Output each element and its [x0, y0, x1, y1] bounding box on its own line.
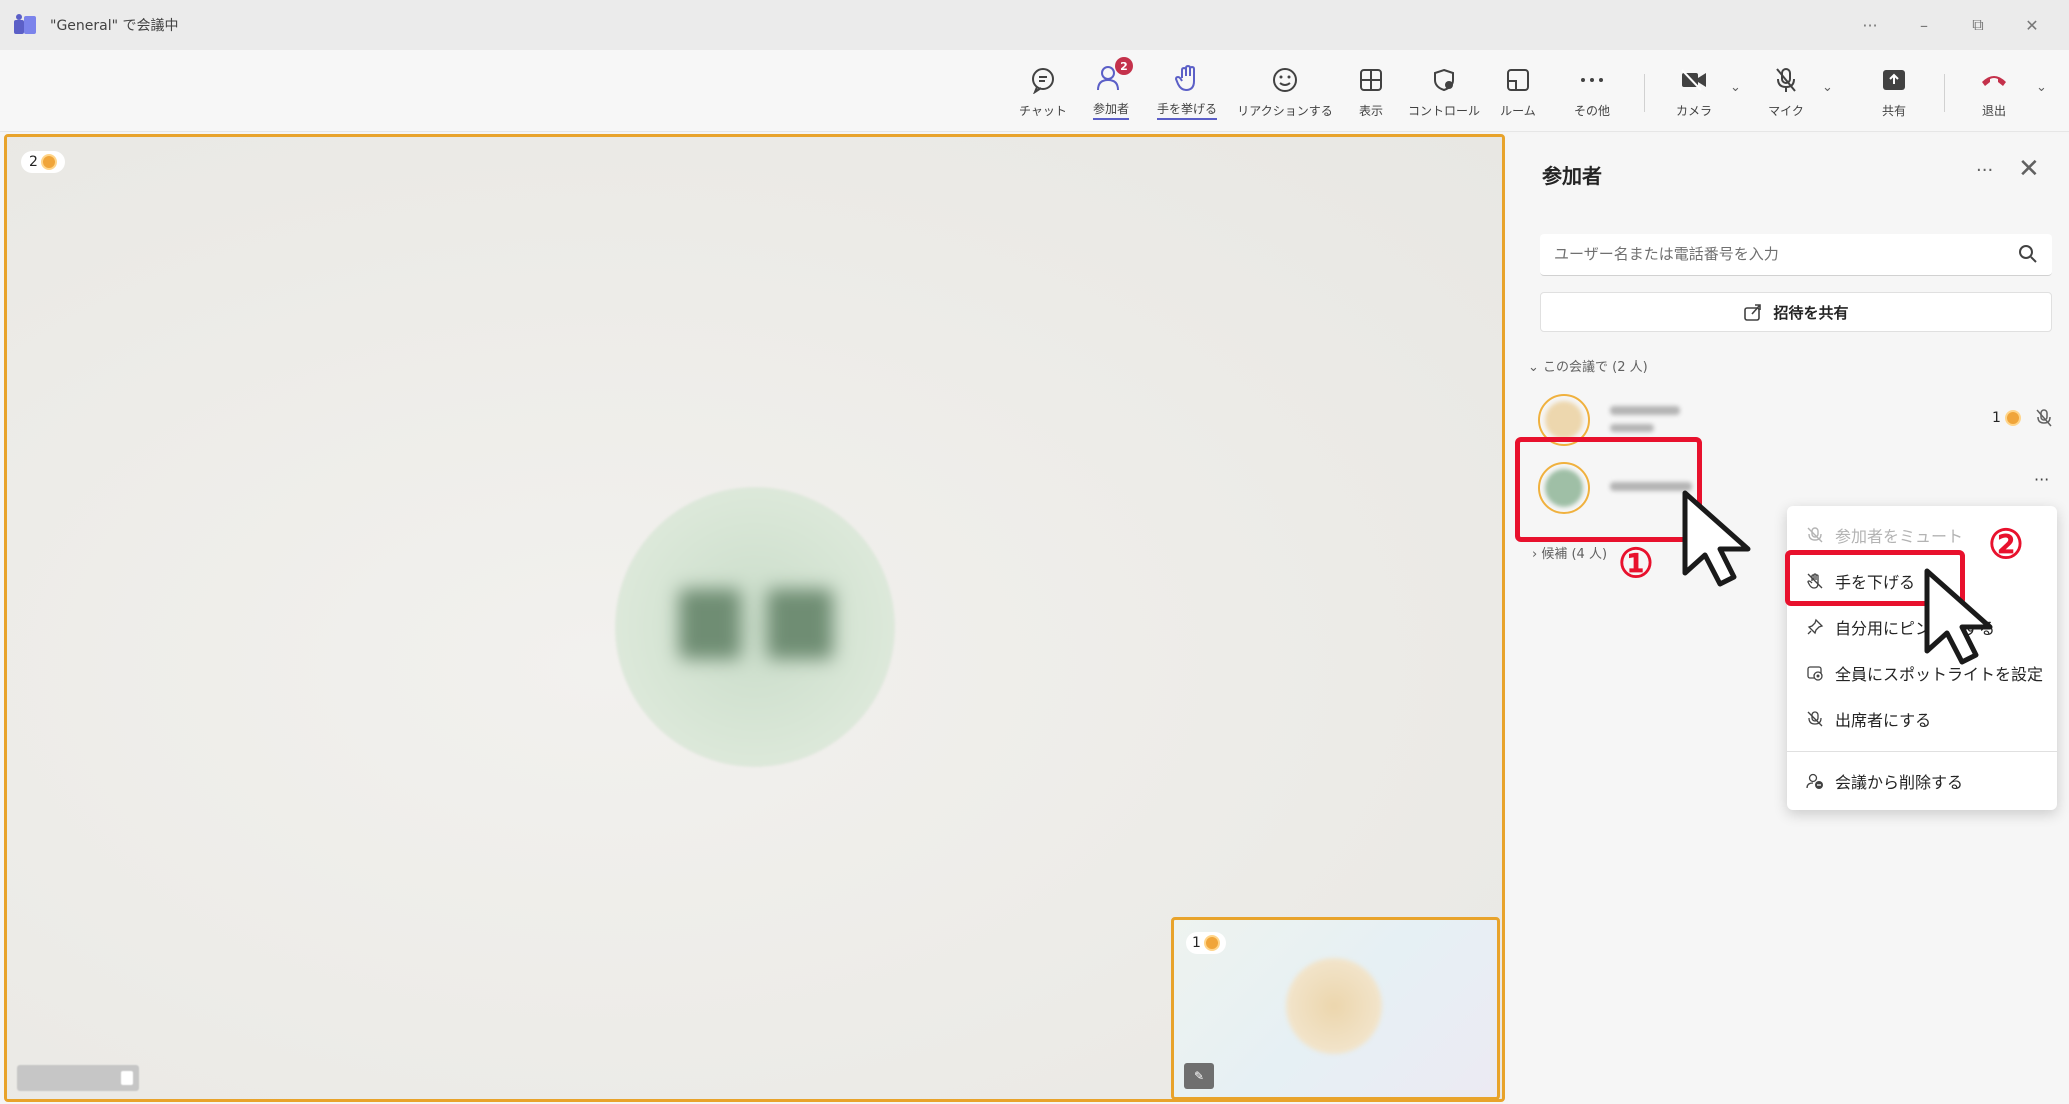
teams-logo-icon [14, 14, 36, 36]
spotlight-icon [1805, 663, 1825, 683]
mic-options-chevron-icon[interactable]: ⌄ [1822, 80, 1833, 95]
panel-more-button[interactable]: ··· [1976, 160, 1993, 181]
menu-item-mute-label: 参加者をミュート [1835, 527, 1964, 546]
panel-close-button[interactable]: ✕ [2018, 154, 2040, 184]
share-invite-icon [1744, 304, 1762, 321]
meeting-toolbar: チャット 2 参加者 手を挙げる リアクションする 表示 コントロール ルーム … [0, 50, 2069, 132]
camera-options-chevron-icon[interactable]: ⌄ [1730, 80, 1741, 95]
suggestions-section-label: 候補 (4 人) [1541, 547, 1608, 562]
leave-options-chevron-icon[interactable]: ⌄ [2036, 80, 2047, 95]
participant-raised-hand-badge: 1 [1992, 410, 2021, 426]
camera-button[interactable]: カメラ [1668, 50, 1720, 132]
share-screen-icon [1878, 64, 1910, 96]
mic-label: マイク [1768, 103, 1804, 118]
react-label: リアクションする [1237, 103, 1333, 118]
participant-mic-off-icon [2036, 409, 2052, 427]
search-icon[interactable] [2018, 244, 2038, 264]
participant-search-input[interactable] [1540, 234, 2000, 274]
toolbar-divider [1644, 74, 1645, 112]
rooms-icon [1502, 64, 1534, 96]
cursor-arrow-icon-2 [1924, 568, 1993, 665]
grid-icon [1355, 64, 1387, 96]
hang-up-icon [1978, 64, 2010, 96]
self-avatar [1286, 958, 1382, 1054]
camera-off-icon [1678, 64, 1710, 96]
menu-item-make-attendee-label: 出席者にする [1835, 711, 1932, 730]
pip-mic-icon: ✎ [1184, 1063, 1214, 1089]
raise-hand-label: 手を挙げる [1156, 100, 1217, 120]
raised-hand-count: 2 [29, 154, 38, 170]
raised-hand-icon [40, 154, 57, 170]
pip-raised-hand-icon [1203, 935, 1220, 951]
chat-label: チャット [1019, 103, 1067, 118]
pip-raised-hand-badge: 1 [1186, 932, 1226, 954]
participants-label: 参加者 [1092, 100, 1129, 120]
in-meeting-section-label: この会議で (2 人) [1543, 360, 1648, 375]
participant-raised-hand-count: 1 [1992, 410, 2001, 426]
annotation-step1-label: ① [1618, 540, 1654, 587]
more-icon [1576, 64, 1608, 96]
smiley-icon [1269, 64, 1301, 96]
camera-label: カメラ [1675, 103, 1712, 118]
rooms-label: ルーム [1500, 103, 1536, 118]
toolbar-divider-2 [1944, 74, 1945, 112]
self-video-tile[interactable]: 1 ✎ [1171, 917, 1500, 1100]
pin-icon [121, 1071, 133, 1085]
menu-item-make-attendee[interactable]: 出席者にする [1787, 696, 2057, 742]
suggestions-section-header[interactable]: › 候補 (4 人) [1532, 543, 1607, 562]
mic-button[interactable]: マイク [1760, 50, 1812, 132]
control-label: コントロール [1407, 103, 1480, 118]
more-label: その他 [1573, 103, 1610, 118]
menu-divider [1787, 751, 2057, 752]
rooms-button[interactable]: ルーム [1490, 50, 1546, 132]
minimize-button[interactable]: – [1897, 16, 1951, 35]
participant-role-blurred [1610, 424, 1654, 432]
share-invite-label: 招待を共有 [1773, 303, 1849, 322]
leave-button[interactable]: 退出 [1966, 50, 2022, 132]
annotation-step2-label: ② [1988, 521, 2024, 568]
participant-more-options-button[interactable]: ··· [2034, 470, 2049, 489]
pip-raised-hand-count: 1 [1192, 935, 1201, 951]
participant-name-tag [17, 1065, 139, 1091]
participant-search [1540, 234, 2052, 276]
hand-icon [1171, 62, 1203, 94]
attendee-icon [1805, 709, 1825, 729]
view-button[interactable]: 表示 [1346, 50, 1396, 132]
participants-badge: 2 [1115, 57, 1133, 75]
close-window-button[interactable]: ✕ [2005, 16, 2059, 35]
share-invite-button[interactable]: 招待を共有 [1540, 292, 2052, 332]
chat-button[interactable]: チャット [1008, 50, 1078, 132]
raised-hand-count-badge: 2 [21, 151, 65, 173]
remove-person-icon [1805, 771, 1825, 791]
view-label: 表示 [1358, 103, 1383, 118]
pin-icon [1805, 617, 1825, 637]
share-button[interactable]: 共有 [1868, 50, 1920, 132]
title-bar: "General" で会議中 ··· – ⧉ ✕ [0, 0, 2069, 50]
raise-hand-button[interactable]: 手を挙げる [1150, 50, 1224, 132]
share-label: 共有 [1881, 103, 1906, 118]
menu-item-remove-label: 会議から削除する [1835, 773, 1964, 792]
participants-button[interactable]: 2 参加者 [1078, 50, 1144, 132]
react-button[interactable]: リアクションする [1230, 50, 1340, 132]
window-controls: ··· – ⧉ ✕ [1843, 0, 2059, 50]
in-meeting-section-header[interactable]: ⌄ この会議で (2 人) [1528, 356, 1648, 375]
people-icon: 2 [1095, 57, 1133, 94]
more-button[interactable]: その他 [1562, 50, 1622, 132]
window-more-button[interactable]: ··· [1843, 16, 1897, 35]
mic-off-icon [1805, 525, 1825, 545]
chat-icon [1027, 64, 1059, 96]
shield-control-icon [1428, 64, 1460, 96]
cursor-arrow-icon [1682, 490, 1751, 587]
mic-off-icon [1770, 64, 1802, 96]
participant-name-blurred [1610, 406, 1680, 415]
annotation-box-step1 [1515, 437, 1702, 542]
control-button[interactable]: コントロール [1404, 50, 1484, 132]
restore-button[interactable]: ⧉ [1951, 15, 2005, 35]
leave-label: 退出 [1981, 103, 2006, 118]
window-title: "General" で会議中 [50, 18, 179, 34]
participant-raised-hand-icon [2004, 410, 2021, 426]
participant-avatar-large [615, 487, 895, 767]
panel-title: 参加者 [1542, 164, 1602, 188]
menu-item-remove[interactable]: 会議から削除する [1787, 758, 2057, 804]
